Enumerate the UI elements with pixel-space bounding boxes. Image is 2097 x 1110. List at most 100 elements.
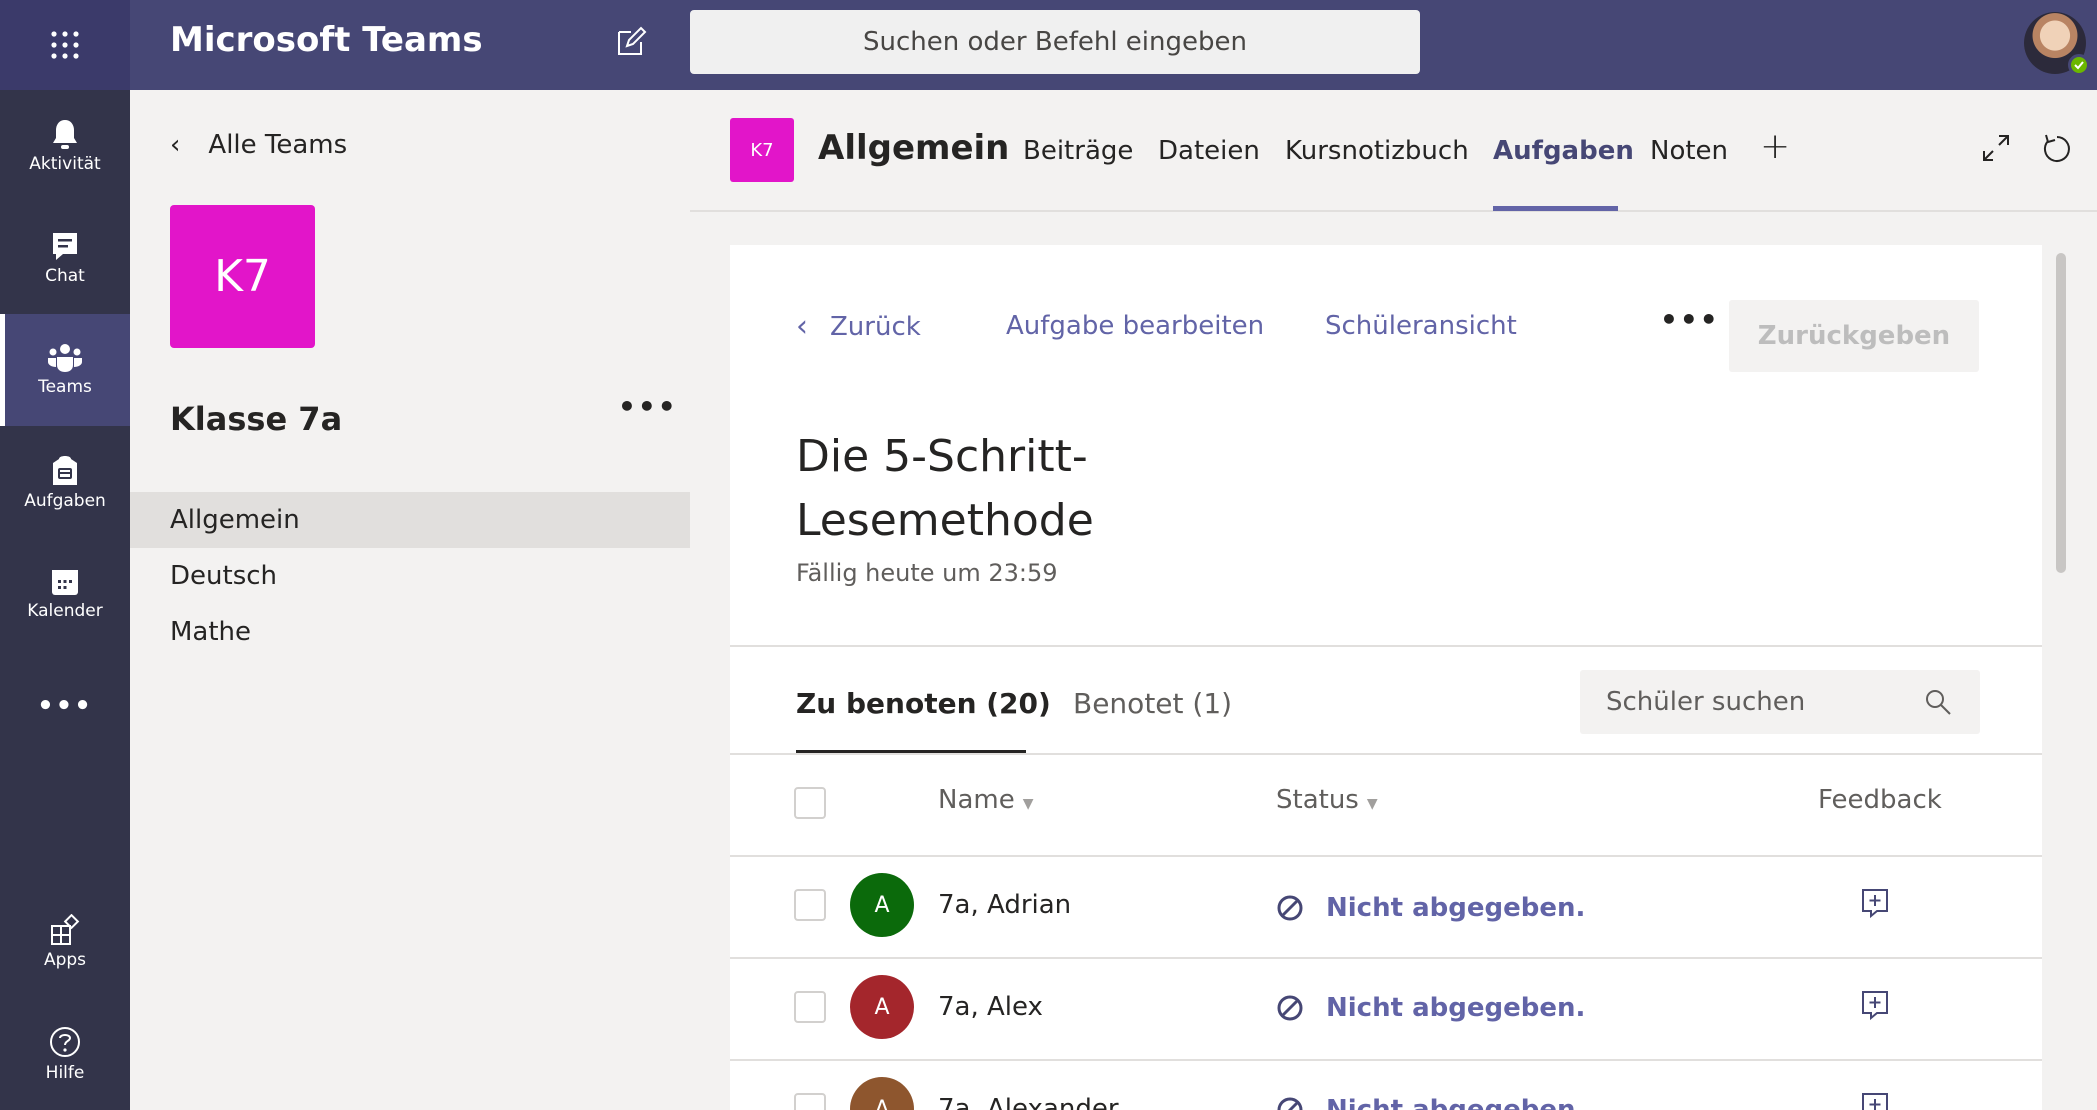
add-feedback-button[interactable]	[1860, 887, 1890, 923]
student-avatar: A	[850, 1077, 914, 1110]
more-options-button[interactable]: •••	[1660, 303, 1720, 336]
student-name[interactable]: 7a, Alexander	[938, 1094, 1119, 1110]
add-feedback-icon	[1862, 889, 1888, 919]
rail-label-teams: Teams	[38, 377, 92, 397]
active-tab-indicator	[1493, 206, 1618, 211]
search-input[interactable]: Suchen oder Befehl eingeben	[690, 10, 1420, 74]
student-status[interactable]: Nicht abgegeben.	[1276, 893, 1585, 923]
app-title: Microsoft Teams	[170, 20, 483, 60]
apps-icon	[51, 914, 80, 945]
scrollbar[interactable]	[2056, 253, 2066, 573]
rail-label-assignments: Aufgaben	[24, 491, 106, 511]
assignment-card: ‹ Zurück Aufgabe bearbeiten Schüleransic…	[730, 245, 2042, 1110]
channel-team-badge: K7	[730, 118, 794, 182]
team-name: Klasse 7a	[170, 400, 343, 438]
channel-label: Allgemein	[170, 505, 300, 535]
add-tab-button[interactable]: +	[1760, 126, 1790, 167]
rail-more-button[interactable]: •••	[0, 650, 130, 762]
rail-item-activity[interactable]: Aktivität	[0, 90, 130, 202]
main-content: K7 Allgemein Beiträge Dateien Kursnotizb…	[690, 90, 2097, 1110]
channel-item-allgemein[interactable]: Allgemein	[130, 492, 690, 548]
add-feedback-button[interactable]	[1860, 989, 1890, 1025]
app-rail: Aktivität Chat Teams Aufgaben Kalender •…	[0, 90, 130, 1110]
rail-item-assignments[interactable]: Aufgaben	[0, 426, 130, 538]
not-submitted-icon	[1277, 1097, 1303, 1110]
divider	[730, 855, 2042, 857]
column-header-name[interactable]: Name ▼	[938, 785, 1034, 815]
rail-item-apps[interactable]: Apps	[0, 886, 130, 998]
tab-aufgaben[interactable]: Aufgaben	[1493, 136, 1634, 166]
row-checkbox[interactable]	[794, 889, 826, 921]
divider	[730, 645, 2042, 647]
channel-label: Deutsch	[170, 561, 278, 591]
student-avatar: A	[850, 873, 914, 937]
team-more-options-button[interactable]: •••	[618, 390, 678, 423]
new-chat-button[interactable]	[615, 26, 647, 62]
rail-label-calendar: Kalender	[27, 601, 103, 621]
student-status[interactable]: Nicht abgegeben.	[1276, 993, 1585, 1023]
status-label: Nicht abgegeben.	[1326, 1095, 1586, 1110]
student-status[interactable]: Nicht abgegeben.	[1276, 1095, 1585, 1110]
profile-avatar[interactable]	[2024, 12, 2090, 76]
add-feedback-icon	[1862, 991, 1888, 1021]
refresh-icon[interactable]	[2040, 132, 2074, 170]
tab-dateien[interactable]: Dateien	[1158, 136, 1260, 166]
bell-icon	[53, 120, 77, 149]
chat-icon	[53, 233, 77, 260]
edit-assignment-link[interactable]: Aufgabe bearbeiten	[1006, 311, 1264, 341]
avatar-initial: A	[874, 1096, 890, 1110]
add-feedback-icon	[1862, 1093, 1888, 1110]
not-submitted-icon	[1277, 895, 1303, 921]
row-checkbox[interactable]	[794, 991, 826, 1023]
team-panel: ‹ Alle Teams K7 Klasse 7a ••• Allgemein …	[130, 90, 690, 1110]
rail-item-chat[interactable]: Chat	[0, 202, 130, 314]
avatar-initial: A	[874, 994, 890, 1020]
add-feedback-button[interactable]	[1860, 1091, 1890, 1110]
search-icon	[1926, 690, 1951, 715]
assignment-title: Die 5-Schritt-Lesemethode	[796, 431, 1094, 546]
chevron-left-icon: ‹	[170, 130, 181, 160]
tab-noten[interactable]: Noten	[1650, 136, 1728, 166]
tab-beitraege[interactable]: Beiträge	[1023, 136, 1133, 166]
expand-icon[interactable]	[1980, 132, 2012, 168]
presence-available-icon	[2068, 54, 2090, 76]
rail-label-help: Hilfe	[45, 1063, 85, 1083]
rail-item-help[interactable]: Hilfe	[0, 998, 130, 1110]
help-icon	[50, 1027, 80, 1057]
chevron-left-icon: ‹	[796, 309, 808, 344]
channel-item-deutsch[interactable]: Deutsch	[130, 548, 690, 604]
tab-graded[interactable]: Benotet (1)	[1073, 687, 1232, 720]
column-header-feedback: Feedback	[1818, 785, 1942, 815]
student-search-placeholder: Schüler suchen	[1606, 687, 1806, 717]
divider	[730, 957, 2042, 959]
rail-label-activity: Aktivität	[29, 154, 101, 174]
all-teams-label: Alle Teams	[208, 130, 348, 160]
back-button[interactable]: ‹ Zurück	[796, 309, 921, 344]
team-avatar: K7	[170, 205, 315, 348]
student-name[interactable]: 7a, Alex	[938, 992, 1043, 1022]
calendar-icon	[52, 570, 78, 595]
compose-icon	[618, 26, 647, 55]
divider	[730, 1059, 2042, 1061]
column-header-status[interactable]: Status ▼	[1276, 785, 1378, 815]
avatar-initial: A	[874, 892, 890, 918]
student-view-link[interactable]: Schüleransicht	[1325, 311, 1517, 341]
select-all-checkbox[interactable]	[794, 787, 826, 819]
status-label: Nicht abgegeben.	[1326, 993, 1586, 1023]
rail-label-chat: Chat	[45, 266, 85, 286]
channel-label: Mathe	[170, 617, 252, 647]
student-search-input[interactable]: Schüler suchen	[1580, 670, 1980, 734]
rail-item-teams[interactable]: Teams	[0, 314, 130, 426]
tab-kursnotizbuch[interactable]: Kursnotizbuch	[1285, 136, 1469, 166]
rail-item-calendar[interactable]: Kalender	[0, 538, 130, 650]
sort-caret-icon: ▼	[1022, 796, 1034, 812]
not-submitted-icon	[1277, 995, 1303, 1021]
sort-caret-icon: ▼	[1366, 796, 1378, 812]
app-launcher-button[interactable]	[0, 0, 130, 90]
row-checkbox[interactable]	[794, 1093, 826, 1110]
channel-item-mathe[interactable]: Mathe	[130, 604, 690, 660]
return-button[interactable]: Zurückgeben	[1729, 300, 1979, 372]
student-name[interactable]: 7a, Adrian	[938, 890, 1071, 920]
tab-to-grade[interactable]: Zu benoten (20)	[796, 687, 1051, 720]
all-teams-link[interactable]: ‹ Alle Teams	[170, 130, 347, 160]
